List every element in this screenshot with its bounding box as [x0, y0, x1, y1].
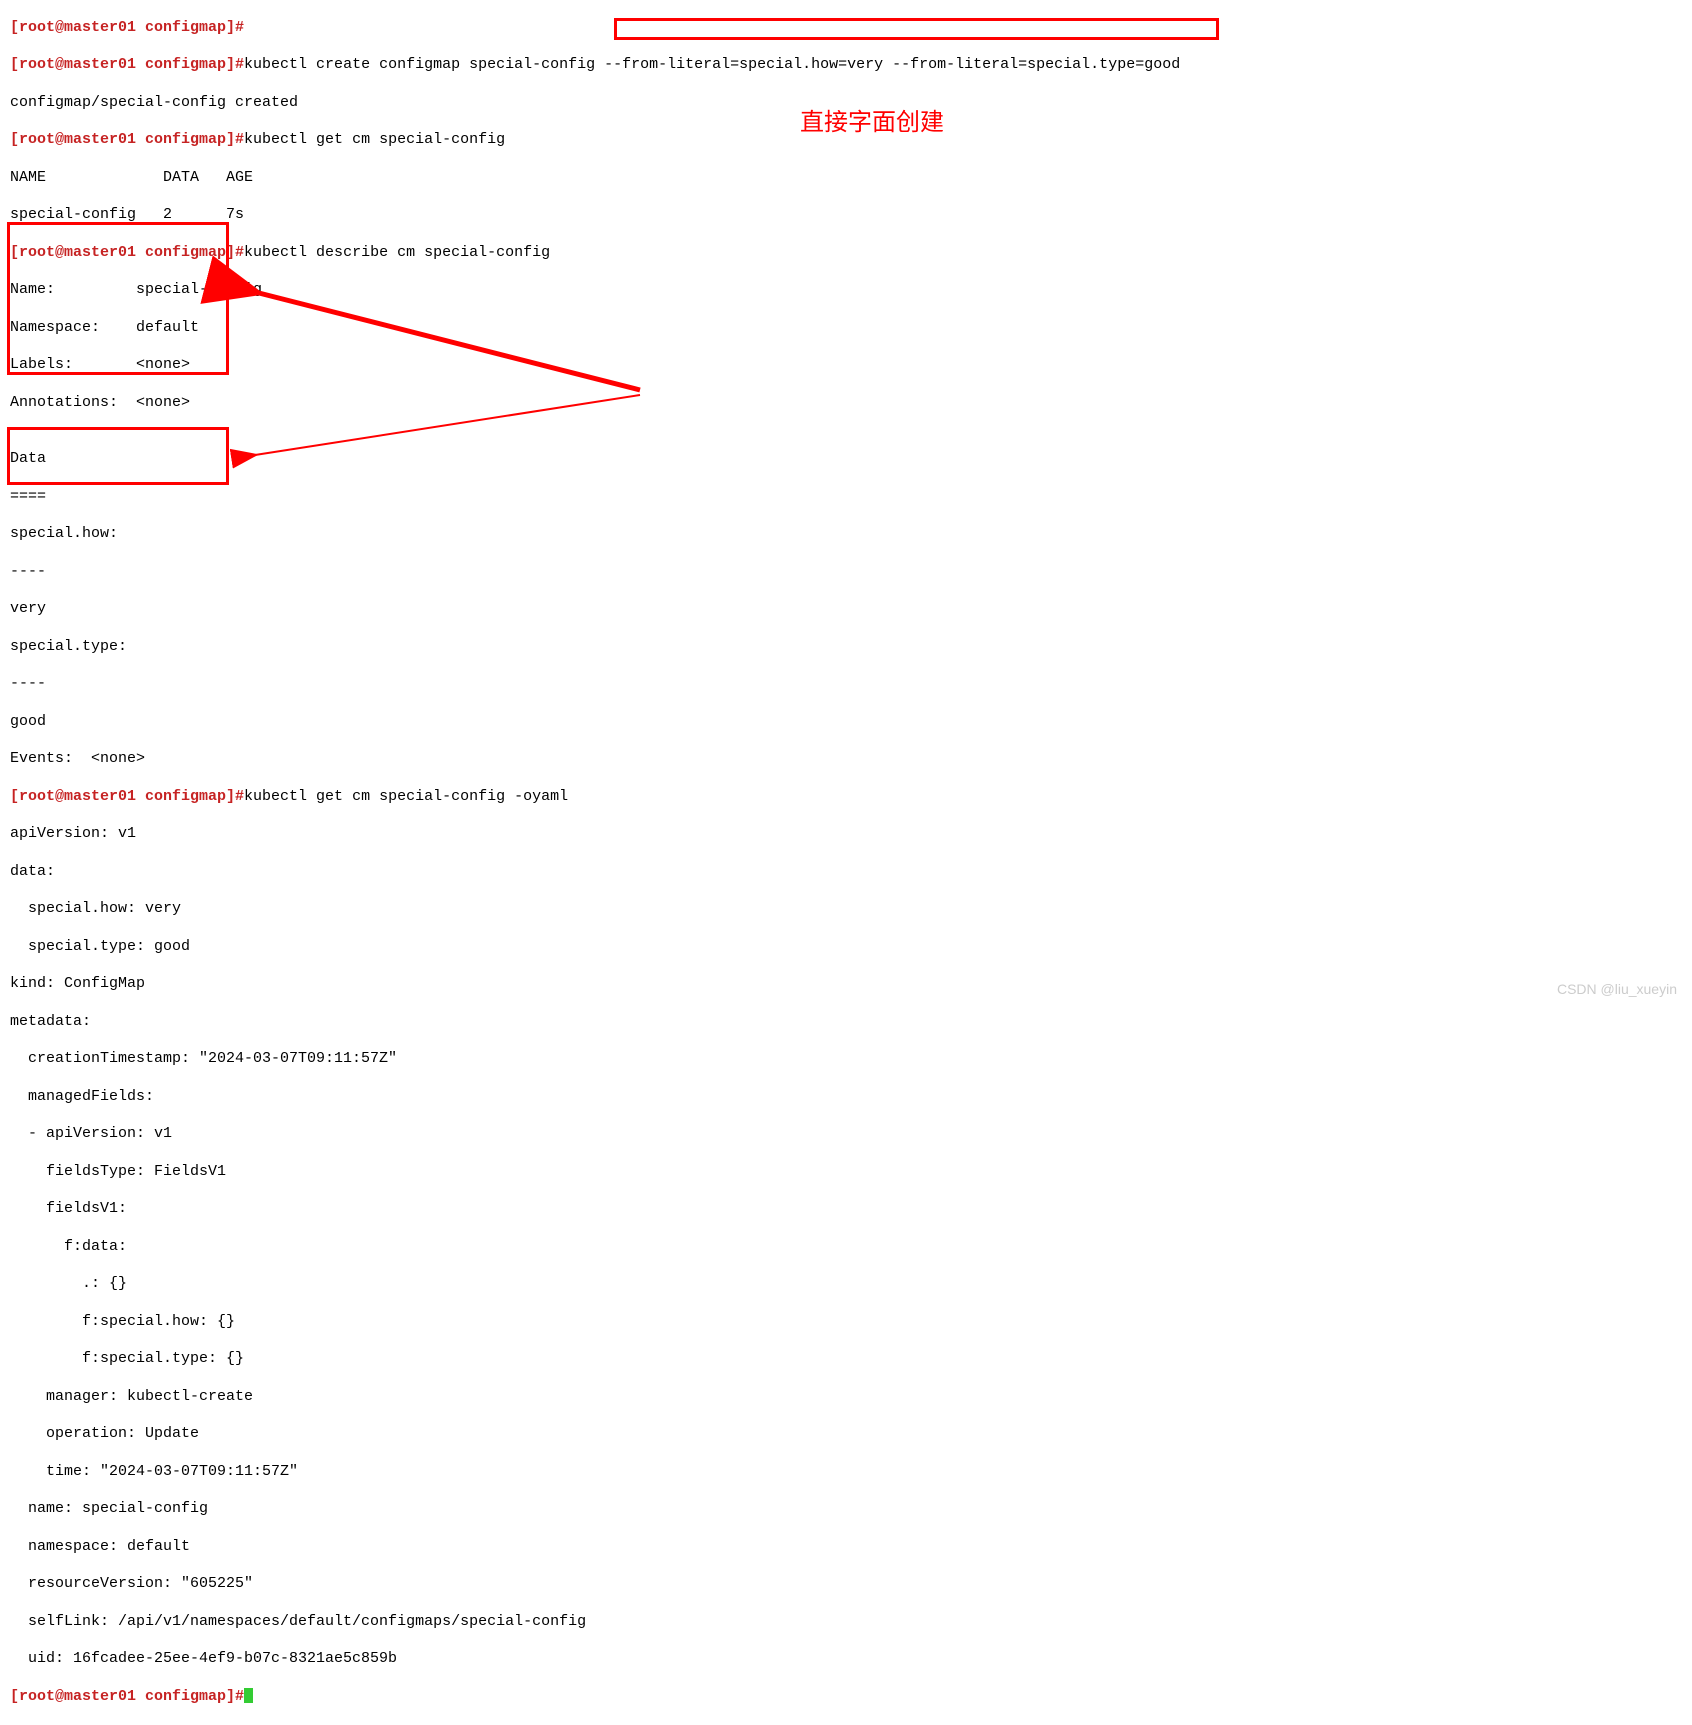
line: [root@master01 configmap]#kubectl get cm…: [10, 788, 1692, 807]
line: ----: [10, 675, 1692, 694]
line: ====: [10, 488, 1692, 507]
line: creationTimestamp: "2024-03-07T09:11:57Z…: [10, 1050, 1692, 1069]
line: uid: 16fcadee-25ee-4ef9-b07c-8321ae5c859…: [10, 1650, 1692, 1669]
prompt: [root@master01 configmap]#: [10, 1688, 244, 1705]
line: NAME DATA AGE: [10, 169, 1692, 188]
line: good: [10, 713, 1692, 732]
line: time: "2024-03-07T09:11:57Z": [10, 1463, 1692, 1482]
line: special-config 2 7s: [10, 206, 1692, 225]
terminal-output: [root@master01 configmap]# [root@master0…: [0, 0, 1692, 1725]
annotation-label: 直接字面创建: [800, 108, 944, 138]
prompt: [root@master01 configmap]#: [10, 19, 244, 36]
line: f:data:: [10, 1238, 1692, 1257]
line: Namespace: default: [10, 319, 1692, 338]
line: special.type: good: [10, 938, 1692, 957]
line: namespace: default: [10, 1538, 1692, 1557]
line: data:: [10, 863, 1692, 882]
line: ----: [10, 563, 1692, 582]
line: [root@master01 configmap]#: [10, 19, 1692, 38]
command: kubectl get cm special-config -oyaml: [244, 788, 568, 805]
prompt: [root@master01 configmap]#: [10, 131, 244, 148]
command: kubectl describe cm special-config: [244, 244, 550, 261]
line: managedFields:: [10, 1088, 1692, 1107]
line: kind: ConfigMap: [10, 975, 1692, 994]
line: [root@master01 configmap]#: [10, 1688, 1692, 1707]
command: kubectl get cm special-config: [244, 131, 505, 148]
line: very: [10, 600, 1692, 619]
line: Events: <none>: [10, 750, 1692, 769]
command: kubectl create configmap special-config …: [244, 56, 1180, 73]
line: selfLink: /api/v1/namespaces/default/con…: [10, 1613, 1692, 1632]
line: [root@master01 configmap]#kubectl create…: [10, 56, 1692, 75]
line: f:special.how: {}: [10, 1313, 1692, 1332]
line: resourceVersion: "605225": [10, 1575, 1692, 1594]
line: name: special-config: [10, 1500, 1692, 1519]
line: special.type:: [10, 638, 1692, 657]
prompt: [root@master01 configmap]#: [10, 56, 244, 73]
line: Annotations: <none>: [10, 394, 1692, 413]
line: apiVersion: v1: [10, 825, 1692, 844]
line: operation: Update: [10, 1425, 1692, 1444]
line: - apiVersion: v1: [10, 1125, 1692, 1144]
line: special.how: very: [10, 900, 1692, 919]
line: Labels: <none>: [10, 356, 1692, 375]
line: Name: special-config: [10, 281, 1692, 300]
line: manager: kubectl-create: [10, 1388, 1692, 1407]
watermark: CSDN @liu_xueyin: [1557, 981, 1677, 999]
prompt: [root@master01 configmap]#: [10, 788, 244, 805]
cursor-icon: [244, 1688, 253, 1703]
line: Data: [10, 450, 1692, 469]
line: [root@master01 configmap]#kubectl descri…: [10, 244, 1692, 263]
line: f:special.type: {}: [10, 1350, 1692, 1369]
line: .: {}: [10, 1275, 1692, 1294]
line: special.how:: [10, 525, 1692, 544]
prompt: [root@master01 configmap]#: [10, 244, 244, 261]
line: fieldsType: FieldsV1: [10, 1163, 1692, 1182]
line: metadata:: [10, 1013, 1692, 1032]
line: fieldsV1:: [10, 1200, 1692, 1219]
